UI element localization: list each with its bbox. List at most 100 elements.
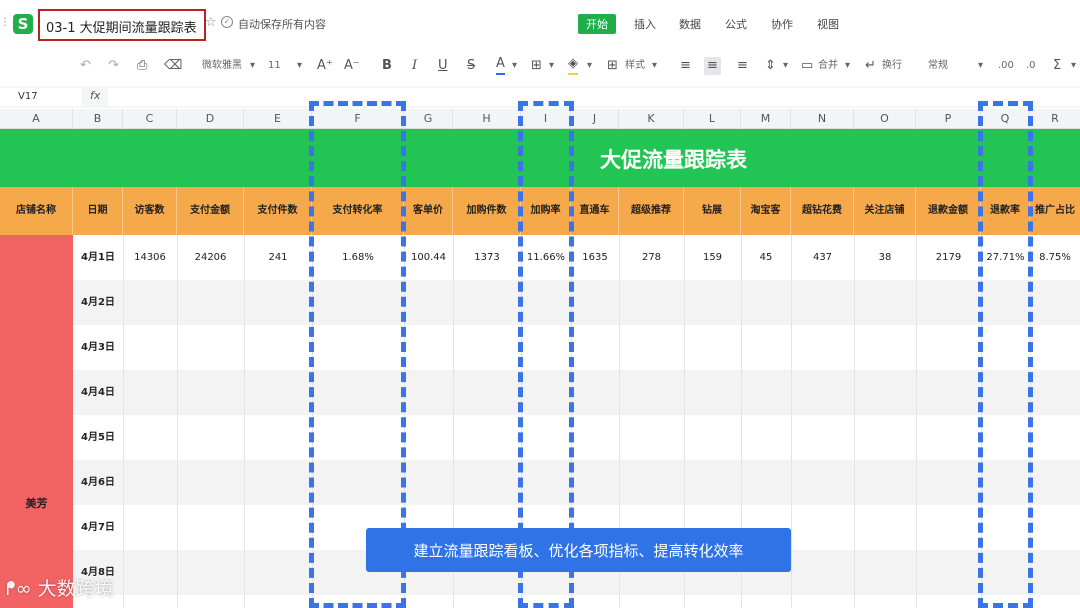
font-grow-button[interactable]: A⁺ <box>317 57 333 75</box>
column-header-c[interactable]: C <box>123 109 177 129</box>
column-header-j[interactable]: J <box>571 109 619 129</box>
bold-button[interactable]: B <box>382 57 392 75</box>
table-cell[interactable]: 1635 <box>571 235 619 280</box>
sum-dropdown-icon[interactable]: ▾ <box>1071 57 1076 75</box>
header-cell[interactable]: 直通车 <box>571 187 619 235</box>
table-cell[interactable]: 1373 <box>453 235 521 280</box>
format-painter-icon[interactable]: ⎙ <box>137 57 147 75</box>
table-style-button[interactable]: 样式 <box>625 57 645 75</box>
column-header-g[interactable]: G <box>404 109 453 129</box>
menu-tab-insert[interactable]: 插入 <box>634 16 656 32</box>
sum-button[interactable]: Σ <box>1053 57 1061 75</box>
column-header-d[interactable]: D <box>177 109 244 129</box>
style-dropdown-icon[interactable]: ▾ <box>652 57 657 75</box>
menu-tab-collaborate[interactable]: 协作 <box>771 16 793 32</box>
header-cell[interactable]: 支付金额 <box>177 187 244 235</box>
column-header-l[interactable]: L <box>684 109 741 129</box>
table-cell[interactable]: 8.75% <box>1030 235 1080 280</box>
date-cell[interactable]: 4月1日 <box>73 235 123 280</box>
sheet-title[interactable]: 大促流量跟踪表 <box>600 144 747 174</box>
header-cell[interactable]: 退款金额 <box>916 187 981 235</box>
header-cell[interactable]: 推广占比 <box>1030 187 1080 235</box>
column-header-m[interactable]: M <box>741 109 791 129</box>
undo-icon[interactable]: ↶ <box>80 57 91 75</box>
wrap-text-icon[interactable]: ↵ <box>865 57 876 75</box>
vertical-align-dropdown-icon[interactable]: ▾ <box>783 57 788 75</box>
header-cell[interactable]: 访客数 <box>123 187 177 235</box>
column-header-n[interactable]: N <box>791 109 854 129</box>
decimal-increase-icon[interactable]: .00 <box>998 57 1014 75</box>
date-cell[interactable]: 4月7日 <box>73 505 123 550</box>
column-header-b[interactable]: B <box>73 109 123 129</box>
vertical-align-icon[interactable]: ⇕ <box>765 57 776 75</box>
column-header-e[interactable]: E <box>244 109 312 129</box>
redo-icon[interactable]: ↷ <box>108 57 119 75</box>
table-cell[interactable]: 45 <box>741 235 791 280</box>
column-header-k[interactable]: K <box>619 109 684 129</box>
store-name-cell[interactable]: 美芳 <box>0 235 73 608</box>
date-cell[interactable]: 4月6日 <box>73 460 123 505</box>
cell-reference-box[interactable]: V17 <box>0 88 82 106</box>
header-cell[interactable]: 关注店铺 <box>854 187 916 235</box>
underline-button[interactable]: U <box>438 57 448 75</box>
align-left-icon[interactable]: ≡ <box>680 57 691 75</box>
header-cell[interactable]: 店铺名称 <box>0 187 73 235</box>
table-cell[interactable]: 24206 <box>177 235 244 280</box>
date-cell[interactable]: 4月4日 <box>73 370 123 415</box>
number-format-select[interactable]: 常规 <box>928 57 948 75</box>
border-icon[interactable]: ⊞ <box>531 57 542 75</box>
column-header-o[interactable]: O <box>854 109 916 129</box>
merge-cells-icon[interactable]: ▭ <box>801 57 813 75</box>
header-cell[interactable]: 日期 <box>73 187 123 235</box>
menu-dots-icon[interactable]: ⋮ <box>0 16 10 30</box>
column-header-r[interactable]: R <box>1030 109 1080 129</box>
document-title-box[interactable]: 03-1 大促期间流量跟踪表 <box>38 9 206 41</box>
strikethrough-button[interactable]: S <box>467 57 475 75</box>
font-family-select[interactable]: 微软雅黑 <box>202 57 242 75</box>
header-cell[interactable]: 超级推荐 <box>619 187 684 235</box>
merge-dropdown-icon[interactable]: ▾ <box>845 57 850 75</box>
date-cell[interactable]: 4月3日 <box>73 325 123 370</box>
table-cell[interactable]: 14306 <box>123 235 177 280</box>
table-style-icon[interactable]: ⊞ <box>607 57 618 75</box>
table-cell[interactable]: 38 <box>854 235 916 280</box>
table-cell[interactable]: 100.44 <box>404 235 453 280</box>
column-header-h[interactable]: H <box>453 109 521 129</box>
table-cell[interactable]: 278 <box>619 235 684 280</box>
menu-tab-view[interactable]: 视图 <box>817 16 839 32</box>
header-cell[interactable]: 客单价 <box>404 187 453 235</box>
column-header-p[interactable]: P <box>916 109 981 129</box>
table-cell[interactable]: 437 <box>791 235 854 280</box>
document-title[interactable]: 03-1 大促期间流量跟踪表 <box>46 17 197 36</box>
font-size-dropdown-icon[interactable]: ▾ <box>297 57 302 75</box>
merge-cells-button[interactable]: 合并 <box>818 57 838 75</box>
fill-dropdown-icon[interactable]: ▾ <box>587 57 592 75</box>
header-cell[interactable]: 加购件数 <box>453 187 521 235</box>
star-icon[interactable]: ☆ <box>205 15 217 30</box>
align-right-icon[interactable]: ≡ <box>737 57 748 75</box>
fill-color-icon[interactable]: ◈ <box>568 57 578 75</box>
wrap-text-button[interactable]: 换行 <box>882 57 902 75</box>
header-cell[interactable]: 超钻花费 <box>791 187 854 235</box>
align-center-icon[interactable]: ≡ <box>704 57 721 75</box>
number-format-dropdown-icon[interactable]: ▾ <box>978 57 983 75</box>
decimal-decrease-icon[interactable]: .0 <box>1026 57 1036 75</box>
header-cell[interactable]: 支付件数 <box>244 187 312 235</box>
table-cell[interactable]: 241 <box>244 235 312 280</box>
clear-format-icon[interactable]: ⌫ <box>164 57 182 75</box>
border-dropdown-icon[interactable]: ▾ <box>549 57 554 75</box>
table-cell[interactable]: 159 <box>684 235 741 280</box>
font-color-dropdown-icon[interactable]: ▾ <box>512 57 517 75</box>
header-cell[interactable]: 淘宝客 <box>741 187 791 235</box>
table-cell[interactable]: 2179 <box>916 235 981 280</box>
menu-tab-data[interactable]: 数据 <box>679 16 701 32</box>
font-size-select[interactable]: 11 <box>268 57 281 75</box>
menu-tab-formula[interactable]: 公式 <box>725 16 747 32</box>
font-color-button[interactable]: A <box>496 57 505 75</box>
italic-button[interactable]: I <box>412 57 417 75</box>
fx-icon[interactable]: fx <box>90 89 100 102</box>
menu-tab-home[interactable]: 开始 <box>578 14 616 34</box>
date-cell[interactable]: 4月5日 <box>73 415 123 460</box>
formula-input[interactable] <box>108 88 1080 106</box>
column-header-a[interactable]: A <box>0 109 73 129</box>
